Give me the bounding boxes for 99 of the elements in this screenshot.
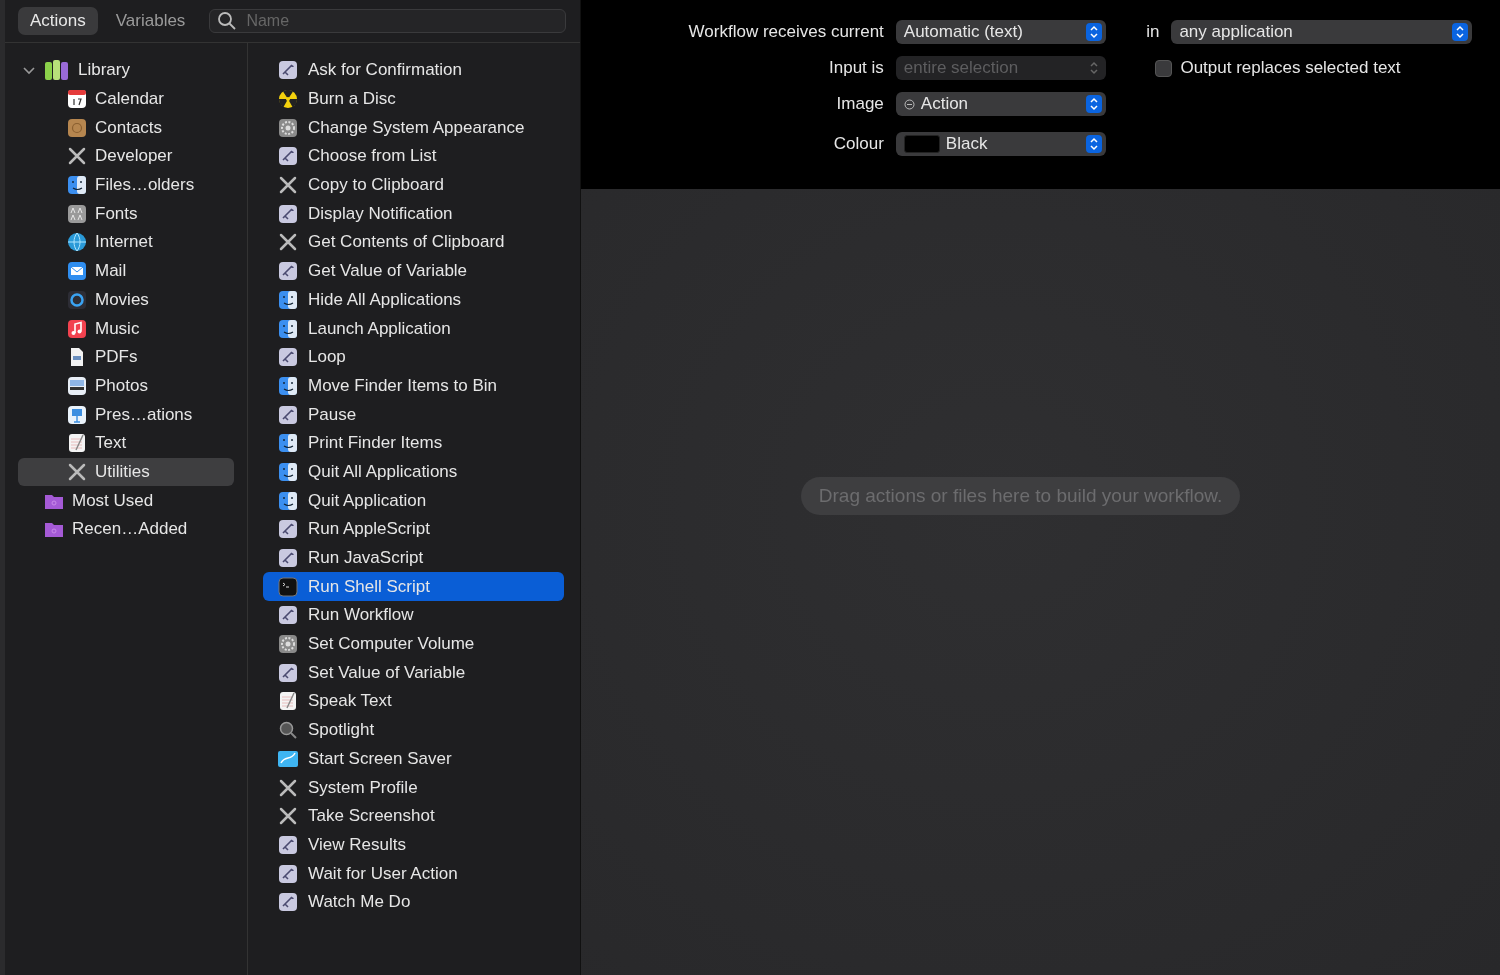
application-popup[interactable]: any application	[1171, 20, 1473, 44]
stepper-arrows-icon	[1085, 135, 1102, 153]
action-icon	[903, 98, 915, 110]
presentation-icon	[67, 404, 87, 425]
action-item[interactable]: Run Workflow	[263, 601, 564, 630]
checkbox[interactable]	[1155, 59, 1173, 77]
input-is-label: Input is	[828, 58, 884, 78]
action-item[interactable]: Move Finder Items to Bin	[263, 371, 564, 401]
search-icon	[217, 11, 238, 31]
notepad-icon	[67, 433, 87, 454]
action-item[interactable]: Display Notification	[263, 199, 564, 229]
sidebar-item[interactable]: PDFs	[18, 342, 234, 372]
envelope-icon	[67, 261, 87, 282]
image-popup[interactable]: Action	[895, 92, 1106, 116]
crossed-tools-icon	[67, 461, 87, 482]
action-item[interactable]: Quit Application	[263, 486, 564, 515]
action-item[interactable]: Spotlight	[263, 715, 564, 745]
sidebar-item[interactable]: Fonts	[18, 199, 234, 229]
books-icon	[44, 59, 70, 82]
address-book-icon	[67, 117, 87, 138]
action-item[interactable]: Set Value of Variable	[263, 658, 564, 688]
action-item[interactable]: Watch Me Do	[263, 887, 564, 917]
action-item[interactable]: Set Computer Volume	[263, 629, 564, 659]
finder-face-icon	[278, 318, 298, 339]
sidebar-item[interactable]: Internet	[18, 228, 234, 257]
action-item[interactable]: Run AppleScript	[263, 515, 564, 544]
action-item[interactable]: Run JavaScript	[263, 543, 564, 573]
sidebar-item[interactable]: Mail	[18, 256, 234, 286]
sidebar-item[interactable]: Movies	[18, 285, 234, 315]
colour-swatch	[903, 135, 940, 153]
finder-face-icon	[278, 289, 298, 310]
crossed-tools-icon	[278, 777, 298, 798]
action-item[interactable]: Speak Text	[263, 687, 564, 716]
notepad-icon	[278, 691, 298, 712]
action-item[interactable]: Print Finder Items	[263, 428, 564, 458]
action-item[interactable]: Choose from List	[263, 142, 564, 171]
action-item[interactable]: Hide All Applications	[263, 285, 564, 315]
sidebar-item[interactable]: Calendar	[18, 84, 234, 114]
action-item[interactable]: Ask for Confirmation	[263, 56, 564, 85]
crossed-tools-icon	[278, 806, 298, 827]
radiation-icon	[278, 89, 298, 110]
action-item[interactable]: Get Contents of Clipboard	[263, 228, 564, 257]
finder-face-icon	[278, 375, 298, 396]
gear-icon	[278, 634, 298, 655]
gear-icon	[278, 117, 298, 138]
sidebar-item[interactable]: Recen…Added	[18, 515, 234, 544]
colour-label: Colour	[832, 134, 884, 155]
action-item[interactable]: Run Shell Script	[263, 572, 564, 602]
finder-face-icon	[278, 490, 298, 511]
checkbox-label: Output replaces selected text	[1180, 58, 1401, 78]
library-tab[interactable]: Variables	[103, 7, 198, 35]
globe-icon	[67, 232, 87, 253]
sidebar-item[interactable]: Contacts	[18, 113, 234, 143]
image-label: Image	[835, 94, 884, 114]
action-item[interactable]: Quit All Applications	[263, 457, 564, 487]
sidebar-item[interactable]: Text	[18, 428, 234, 458]
search-field[interactable]: Name	[209, 9, 566, 33]
in-label: in	[1145, 22, 1160, 42]
sidebar-item[interactable]: Music	[18, 314, 234, 343]
action-item[interactable]: System Profile	[263, 773, 564, 802]
music-note-icon	[67, 318, 87, 339]
finder-face-icon	[278, 433, 298, 454]
crossed-tools-icon	[278, 232, 298, 253]
sidebar-item[interactable]: Files…olders	[18, 170, 234, 200]
sidebar-item[interactable]: Pres…ations	[18, 400, 234, 429]
action-item[interactable]: Burn a Disc	[263, 84, 564, 114]
action-item[interactable]: Get Value of Variable	[263, 256, 564, 286]
receives-label: Workflow receives current	[687, 22, 884, 42]
action-item[interactable]: Loop	[263, 342, 564, 372]
crossed-tools-icon	[278, 175, 298, 196]
fonts-icon	[67, 203, 87, 224]
sidebar-item[interactable]: Most Used	[18, 486, 234, 515]
action-item[interactable]: Start Screen Saver	[263, 744, 564, 774]
sidebar-item[interactable]: Developer	[18, 142, 234, 171]
library-tab[interactable]: Actions	[18, 7, 98, 35]
finder-face-icon	[67, 175, 87, 196]
action-item[interactable]: View Results	[263, 830, 564, 860]
action-item[interactable]: Pause	[263, 400, 564, 429]
input-type-popup[interactable]: Automatic (text)	[895, 20, 1106, 44]
sidebar-item[interactable]: Utilities	[18, 457, 234, 487]
quicktime-icon	[67, 289, 87, 310]
screensaver-icon	[278, 748, 298, 769]
sidebar-item[interactable]: Photos	[18, 371, 234, 401]
sidebar-item[interactable]: Library	[18, 56, 234, 85]
stepper-arrows-icon	[1452, 23, 1469, 41]
magnifier-icon	[278, 720, 298, 741]
action-item[interactable]: Take Screenshot	[263, 801, 564, 831]
finder-face-icon	[278, 461, 298, 482]
stepper-arrows-icon	[1085, 95, 1102, 113]
photo-frame-icon	[67, 375, 87, 396]
action-item[interactable]: Wait for User Action	[263, 859, 564, 888]
action-item[interactable]: Copy to Clipboard	[263, 170, 564, 200]
crossed-tools-icon	[67, 146, 87, 167]
action-item[interactable]: Launch Application	[263, 314, 564, 343]
terminal-icon	[278, 576, 298, 597]
action-item[interactable]: Change System Appearance	[263, 113, 564, 143]
calendar-icon	[67, 89, 87, 110]
colour-popup[interactable]: Black	[895, 132, 1106, 156]
stepper-arrows-icon	[1085, 23, 1102, 41]
